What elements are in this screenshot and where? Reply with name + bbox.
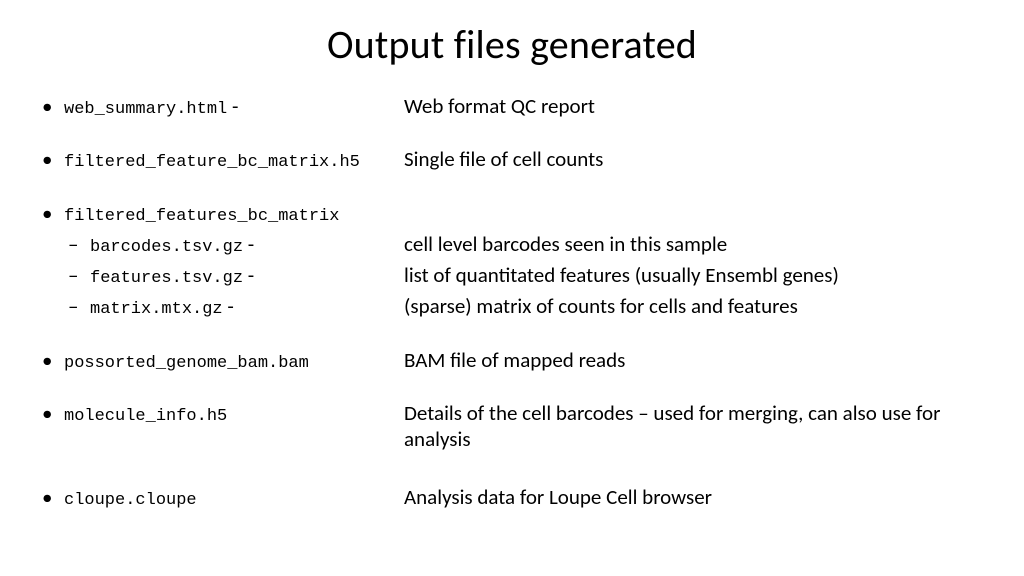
file-description: Details of the cell barcodes – used for … <box>404 400 984 453</box>
file-name: molecule_info.h5 <box>64 407 227 426</box>
spacer <box>40 456 984 478</box>
file-name: filtered_features_bc_matrix <box>64 207 339 226</box>
file-name: features.tsv.gz <box>90 269 243 288</box>
bullet-icon: • <box>40 347 64 373</box>
file-name: filtered_feature_bc_matrix.h5 <box>64 153 360 172</box>
file-description: (sparse) matrix of counts for cells and … <box>404 293 984 319</box>
file-cell: molecule_info.h5 <box>64 400 404 427</box>
file-name: barcodes.tsv.gz <box>90 238 243 257</box>
file-name: web_summary.html <box>64 100 227 119</box>
file-name: cloupe.cloupe <box>64 491 197 510</box>
file-cell: features.tsv.gz - <box>90 262 404 289</box>
bullet-icon: – <box>40 262 90 288</box>
file-cell: barcodes.tsv.gz - <box>90 231 404 258</box>
bullet-icon: • <box>40 93 64 119</box>
file-description: BAM file of mapped reads <box>404 347 984 373</box>
file-name: possorted_genome_bam.bam <box>64 354 309 373</box>
item-web-summary: • web_summary.html - Web format QC repor… <box>40 93 984 120</box>
file-description: Web format QC report <box>404 93 984 119</box>
subitem-matrix: – matrix.mtx.gz - (sparse) matrix of cou… <box>40 293 984 320</box>
bullet-icon: • <box>40 200 64 226</box>
bullet-icon: • <box>40 400 64 426</box>
spacer <box>40 325 984 347</box>
file-cell: filtered_features_bc_matrix <box>64 200 404 227</box>
item-bam: • possorted_genome_bam.bam BAM file of m… <box>40 347 984 374</box>
bullet-icon: – <box>40 293 90 319</box>
bullet-icon: – <box>40 231 90 257</box>
slide-title: Output files generated <box>40 20 984 69</box>
dash: - <box>248 231 254 257</box>
item-ffbm-dir: • filtered_features_bc_matrix <box>40 200 984 227</box>
file-description: Analysis data for Loupe Cell browser <box>404 484 984 510</box>
file-name: matrix.mtx.gz <box>90 300 223 319</box>
dash: - <box>232 93 238 119</box>
spacer <box>40 378 984 400</box>
file-description: list of quantitated features (usually En… <box>404 262 984 288</box>
item-ffbm-h5: • filtered_feature_bc_matrix.h5 Single f… <box>40 146 984 173</box>
file-cell: filtered_feature_bc_matrix.h5 <box>64 146 404 173</box>
file-cell: possorted_genome_bam.bam <box>64 347 404 374</box>
spacer <box>40 124 984 146</box>
subitem-features: – features.tsv.gz - list of quantitated … <box>40 262 984 289</box>
bullet-icon: • <box>40 146 64 172</box>
file-cell: matrix.mtx.gz - <box>90 293 404 320</box>
item-cloupe: • cloupe.cloupe Analysis data for Loupe … <box>40 484 984 511</box>
subitem-barcodes: – barcodes.tsv.gz - cell level barcodes … <box>40 231 984 258</box>
file-description: cell level barcodes seen in this sample <box>404 231 984 257</box>
slide-content: • web_summary.html - Web format QC repor… <box>40 93 984 512</box>
file-description: Single file of cell counts <box>404 146 984 172</box>
bullet-icon: • <box>40 484 64 510</box>
dash: - <box>248 262 254 288</box>
slide: Output files generated • web_summary.htm… <box>0 0 1024 576</box>
file-cell: web_summary.html - <box>64 93 404 120</box>
file-cell: cloupe.cloupe <box>64 484 404 511</box>
dash: - <box>227 293 233 319</box>
spacer <box>40 178 984 200</box>
item-molinfo: • molecule_info.h5 Details of the cell b… <box>40 400 984 453</box>
